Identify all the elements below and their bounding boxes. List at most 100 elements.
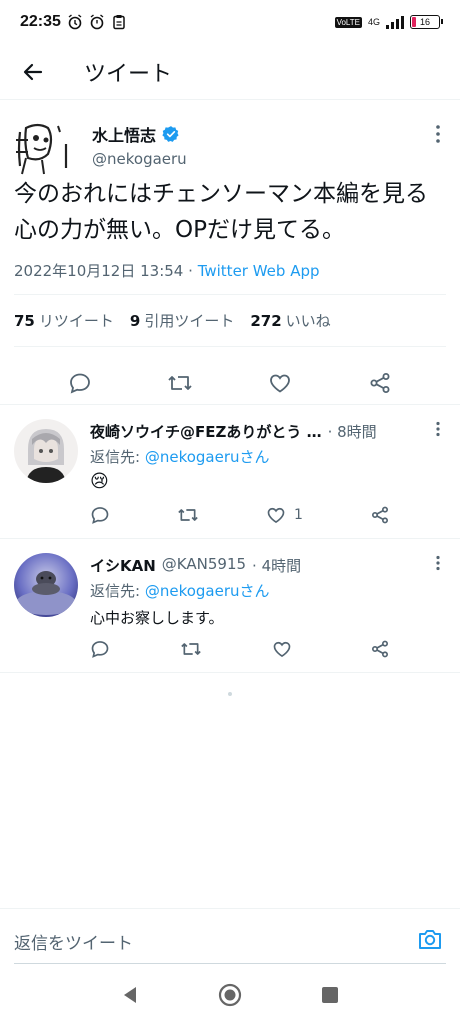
reply-button[interactable] — [90, 637, 110, 661]
retweet-button[interactable] — [180, 637, 202, 661]
alarm-clock-icon — [90, 14, 104, 30]
reply-composer[interactable]: 返信をツイート — [0, 908, 460, 966]
reply-to-prefix: 返信先: — [90, 448, 141, 466]
avatar[interactable] — [14, 553, 78, 617]
reply-to-mention[interactable]: @nekogaeruさん — [145, 582, 270, 600]
system-nav-bar — [0, 966, 460, 1024]
retweet-button[interactable] — [167, 370, 193, 396]
heart-icon — [273, 641, 291, 658]
reply-tweet[interactable]: イシKAN @KAN5915 · 4時間 返信先: @nekogaeruさん 心… — [0, 538, 460, 672]
circle-home-icon — [218, 983, 242, 1007]
tweet-meta: 2022年10月12日 13:54 · Twitter Web App — [14, 260, 320, 281]
like-count: 1 — [294, 507, 303, 523]
back-button[interactable] — [18, 57, 48, 87]
likes-label: いいね — [285, 312, 331, 330]
reply-actions — [90, 637, 390, 661]
avatar[interactable] — [14, 419, 78, 483]
page-title: ツイート — [84, 61, 173, 87]
main-tweet: 水上悟志 @nekogaeru 今のおれにはチェンソーマン本編を見る心の力が無い… — [0, 100, 460, 394]
reply-text: 😢 — [90, 471, 109, 492]
more-options-icon[interactable] — [434, 124, 442, 144]
like-button[interactable] — [272, 637, 300, 661]
reply-to-mention[interactable]: @nekogaeruさん — [145, 448, 270, 466]
more-options-icon[interactable] — [434, 421, 442, 437]
signal-icon — [386, 15, 404, 29]
reply-author-name[interactable]: イシKAN — [90, 555, 156, 576]
reply-header: 夜崎ソウイチ@FEZありがとう … · 8時間 — [90, 421, 377, 442]
triangle-back-icon — [124, 987, 136, 1003]
share-button[interactable] — [367, 370, 393, 396]
retweets-label: リツイート — [38, 312, 114, 330]
verified-badge-icon — [162, 126, 179, 142]
reply-author-name[interactable]: 夜崎ソウイチ@FEZありがとう … — [90, 421, 322, 442]
network-type: 4G — [367, 16, 380, 27]
camera-icon[interactable] — [416, 925, 444, 953]
arrow-left-icon — [23, 63, 43, 80]
retweet-icon — [178, 509, 198, 521]
reply-icon — [70, 373, 90, 394]
author-name-row[interactable]: 水上悟志 — [92, 122, 180, 146]
top-app-bar: ツイート — [0, 44, 460, 100]
retweets-stat[interactable]: 75 リツイート — [14, 310, 114, 331]
share-icon — [371, 506, 388, 524]
more-options-icon[interactable] — [434, 555, 442, 571]
volte-badge: VoLTE — [334, 16, 362, 28]
tweet-datetime[interactable]: 2022年10月12日 13:54 — [14, 262, 183, 280]
nav-recents-button[interactable] — [316, 981, 344, 1009]
reply-author-handle[interactable]: @KAN5915 — [162, 555, 246, 576]
reply-to-prefix: 返信先: — [90, 582, 141, 600]
tweet-source-link[interactable]: Twitter Web App — [198, 262, 320, 280]
battery-level: 16 — [419, 17, 430, 27]
share-button[interactable] — [370, 503, 390, 527]
nav-back-button[interactable] — [116, 981, 144, 1009]
square-recents-icon — [322, 987, 338, 1003]
meta-separator: · — [188, 262, 193, 280]
alarm-icon — [68, 14, 82, 30]
reply-text: 心中お察しします。 — [90, 609, 224, 627]
composer-underline — [14, 963, 446, 964]
reply-header: イシKAN @KAN5915 · 4時間 — [90, 555, 301, 576]
loading-indicator — [228, 692, 232, 696]
retweets-count: 75 — [14, 312, 35, 330]
author-name[interactable]: 水上悟志 — [92, 122, 156, 146]
retweet-button[interactable] — [177, 503, 199, 527]
tweet-stats: 75 リツイート 9 引用ツイート 272 いいね — [14, 310, 331, 331]
nav-home-button[interactable] — [216, 981, 244, 1009]
tweet-text: 今のおれにはチェンソーマン本編を見る心の力が無い。OPだけ見てる。 — [14, 181, 428, 243]
reply-button[interactable] — [90, 503, 110, 527]
retweet-icon — [168, 376, 192, 390]
reply-input[interactable]: 返信をツイート — [14, 929, 133, 954]
heart-icon — [270, 374, 290, 393]
battery-icon: 16 — [410, 15, 443, 29]
likes-stat[interactable]: 272 いいね — [250, 310, 330, 331]
share-icon — [372, 640, 388, 658]
like-button[interactable] — [267, 370, 293, 396]
reply-to-line: 返信先: @nekogaeruさん — [90, 446, 270, 467]
like-button[interactable]: 1 — [266, 503, 303, 527]
retweet-icon — [181, 643, 201, 655]
status-bar: 22:35 VoLTE 4G 16 — [0, 0, 460, 44]
share-button[interactable] — [370, 637, 390, 661]
share-icon — [370, 373, 390, 393]
reply-time: · 8時間 — [327, 423, 377, 441]
author-handle[interactable]: @nekogaeru — [92, 150, 187, 168]
divider — [14, 294, 446, 295]
likes-count: 272 — [250, 312, 282, 330]
tweet-actions — [0, 358, 460, 408]
avatar[interactable] — [14, 118, 76, 178]
quotes-count: 9 — [129, 312, 141, 330]
reply-to-line: 返信先: @nekogaeruさん — [90, 580, 270, 601]
reply-tweet[interactable]: 夜崎ソウイチ@FEZありがとう … · 8時間 返信先: @nekogaeruさ… — [0, 404, 460, 538]
divider — [14, 346, 446, 347]
quotes-label: 引用ツイート — [144, 312, 235, 330]
reply-icon — [91, 507, 109, 524]
quotes-stat[interactable]: 9 引用ツイート — [130, 310, 234, 331]
tweet-author-row: 水上悟志 @nekogaeru — [0, 100, 460, 178]
status-time: 22:35 — [20, 13, 61, 30]
heart-icon — [267, 507, 285, 524]
divider — [0, 672, 460, 673]
reply-time: · 4時間 — [252, 557, 302, 575]
reply-actions: 1 — [90, 503, 390, 527]
reply-button[interactable] — [67, 370, 93, 396]
reply-icon — [91, 641, 109, 658]
